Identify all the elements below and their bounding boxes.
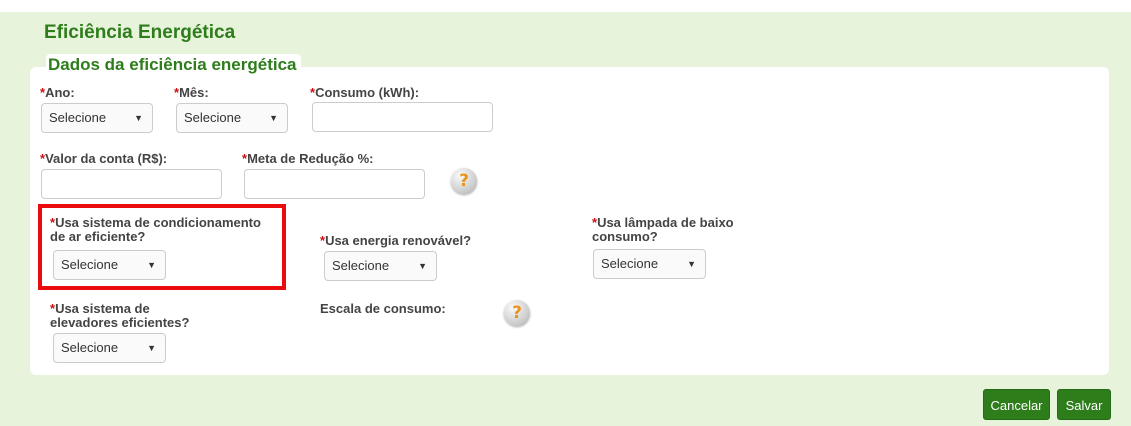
ano-label: *Ano: bbox=[40, 85, 75, 100]
mes-label: *Mês: bbox=[174, 85, 209, 100]
escala-label: Escala de consumo: bbox=[320, 301, 446, 316]
meta-reducao-label: *Meta de Redução %: bbox=[242, 151, 374, 166]
chevron-down-icon: ▼ bbox=[687, 259, 696, 269]
cancel-button[interactable]: Cancelar bbox=[983, 389, 1050, 420]
consumo-input[interactable] bbox=[312, 102, 493, 132]
help-question-icon[interactable]: ? bbox=[504, 300, 530, 326]
meta-reducao-input[interactable] bbox=[244, 169, 425, 199]
lampada-label: *Usa lâmpada de baixo consumo? bbox=[592, 215, 734, 244]
valor-conta-input[interactable] bbox=[41, 169, 222, 199]
consumo-label: *Consumo (kWh): bbox=[310, 85, 420, 100]
valor-conta-label: *Valor da conta (R$): bbox=[40, 151, 168, 166]
section-title: Dados da eficiência energética bbox=[46, 54, 301, 76]
page-title: Eficiência Energética bbox=[44, 22, 236, 43]
lampada-select[interactable]: Selecione ▼ bbox=[593, 249, 706, 279]
elevadores-label: *Usa sistema de elevadores eficientes? bbox=[50, 301, 190, 330]
chevron-down-icon: ▼ bbox=[147, 260, 156, 270]
energia-renovavel-select[interactable]: Selecione ▼ bbox=[324, 251, 437, 281]
chevron-down-icon: ▼ bbox=[147, 343, 156, 353]
chevron-down-icon: ▼ bbox=[418, 261, 427, 271]
condicionamento-select[interactable]: Selecione ▼ bbox=[53, 250, 166, 280]
condicionamento-label: *Usa sistema de condicionamento de ar efi… bbox=[50, 215, 261, 244]
elevadores-select[interactable]: Selecione ▼ bbox=[53, 333, 166, 363]
chevron-down-icon: ▼ bbox=[269, 113, 278, 123]
help-question-icon[interactable]: ? bbox=[451, 168, 477, 194]
chevron-down-icon: ▼ bbox=[134, 113, 143, 123]
save-button[interactable]: Salvar bbox=[1057, 389, 1111, 420]
ano-select[interactable]: Selecione ▼ bbox=[41, 103, 153, 133]
mes-select[interactable]: Selecione ▼ bbox=[176, 103, 288, 133]
energia-renovavel-label: *Usa energia renovável? bbox=[320, 233, 472, 248]
